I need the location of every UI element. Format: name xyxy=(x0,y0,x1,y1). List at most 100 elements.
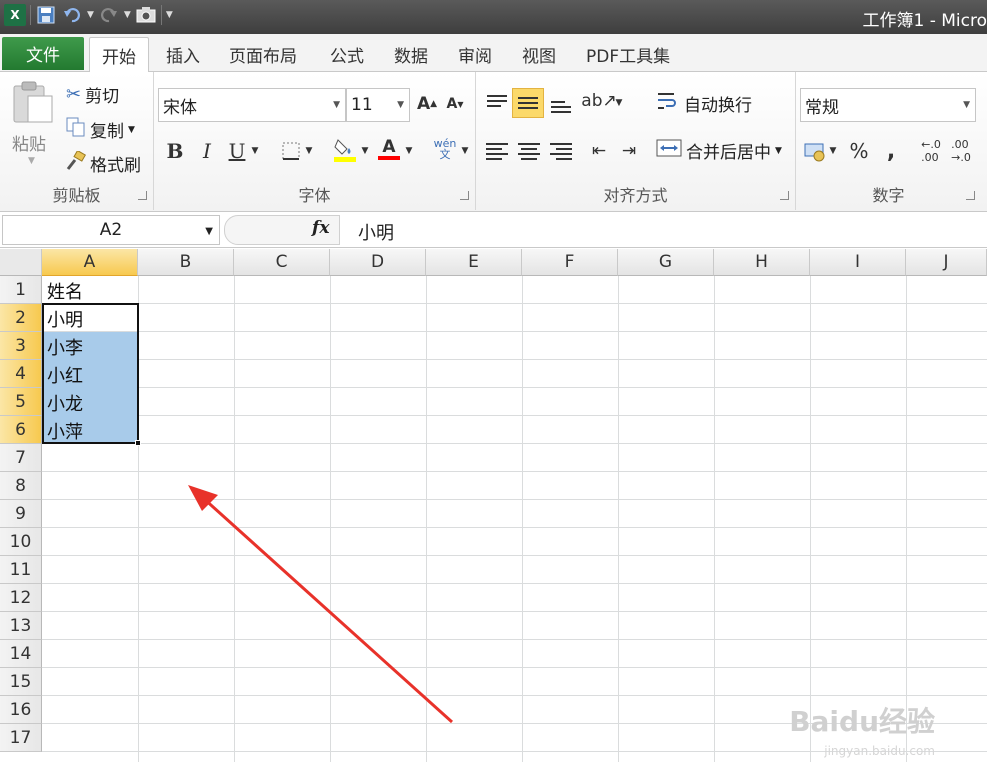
tab-view[interactable]: 视图 xyxy=(522,42,556,67)
row-header[interactable]: 1 xyxy=(0,276,42,304)
align-center-icon[interactable] xyxy=(516,138,542,164)
row-header[interactable]: 10 xyxy=(0,528,42,556)
decrease-indent-icon[interactable]: ⇤ xyxy=(586,138,612,164)
increase-indent-icon[interactable]: ⇥ xyxy=(616,138,642,164)
bold-button[interactable]: B xyxy=(162,138,188,164)
insert-function-icon[interactable]: fx xyxy=(312,218,329,238)
camera-icon[interactable] xyxy=(135,4,157,26)
row-header[interactable]: 3 xyxy=(0,332,42,360)
row-header[interactable]: 4 xyxy=(0,360,42,388)
row-header[interactable]: 11 xyxy=(0,556,42,584)
accounting-dropdown-icon[interactable]: ▼ xyxy=(826,138,840,164)
cell-a5[interactable]: 小龙 xyxy=(47,389,83,417)
orientation-icon[interactable]: ab↗ xyxy=(581,88,616,114)
align-top-icon[interactable] xyxy=(484,88,510,114)
merge-center-button[interactable]: 合并后居中 ▼ xyxy=(656,138,782,163)
worksheet-grid[interactable]: A B C D E F G H I J 1 2 3 4 5 6 7 8 9 10… xyxy=(0,249,987,762)
accounting-format-icon[interactable] xyxy=(802,138,828,164)
excel-logo-icon[interactable]: X xyxy=(4,4,26,26)
row-header[interactable]: 7 xyxy=(0,444,42,472)
row-header[interactable]: 13 xyxy=(0,612,42,640)
customize-qat-icon[interactable]: ▼ xyxy=(166,10,173,20)
shrink-font-icon[interactable]: A ▼ xyxy=(442,91,468,117)
decrease-decimal-icon[interactable]: .00 →.0 xyxy=(948,138,974,164)
fill-handle[interactable] xyxy=(135,440,141,446)
row-header[interactable]: 9 xyxy=(0,500,42,528)
alignment-launcher-icon[interactable] xyxy=(780,191,789,200)
column-header-j[interactable]: J xyxy=(906,249,987,276)
row-header[interactable]: 14 xyxy=(0,640,42,668)
tab-home[interactable]: 开始 xyxy=(89,37,149,73)
formula-input[interactable]: 小明 xyxy=(358,219,394,245)
align-right-icon[interactable] xyxy=(548,138,574,164)
column-header-g[interactable]: G xyxy=(618,249,714,276)
paste-dropdown-icon[interactable]: ▼ xyxy=(28,156,35,166)
row-header[interactable]: 17 xyxy=(0,724,42,752)
grow-font-icon[interactable]: A ▲ xyxy=(414,91,440,117)
copy-button[interactable]: 复制 ▼ xyxy=(66,117,135,142)
merge-dropdown-icon[interactable]: ▼ xyxy=(775,146,782,156)
column-header-i[interactable]: I xyxy=(810,249,906,276)
align-left-icon[interactable] xyxy=(484,138,510,164)
row-header[interactable]: 6 xyxy=(0,416,42,444)
font-color-dropdown-icon[interactable]: ▼ xyxy=(402,138,416,164)
border-icon[interactable] xyxy=(278,138,304,164)
save-icon[interactable] xyxy=(35,4,57,26)
font-color-icon[interactable]: A xyxy=(376,136,402,162)
align-bottom-icon[interactable] xyxy=(548,94,574,120)
chevron-down-icon[interactable]: ▼ xyxy=(205,226,213,237)
fill-color-dropdown-icon[interactable]: ▼ xyxy=(358,138,372,164)
undo-dropdown-icon[interactable]: ▼ xyxy=(87,10,94,20)
name-box[interactable]: A2 ▼ xyxy=(2,215,220,245)
border-dropdown-icon[interactable]: ▼ xyxy=(302,138,316,164)
redo-icon[interactable] xyxy=(98,4,120,26)
font-launcher-icon[interactable] xyxy=(460,191,469,200)
number-launcher-icon[interactable] xyxy=(966,191,975,200)
column-header-b[interactable]: B xyxy=(138,249,234,276)
tab-review[interactable]: 审阅 xyxy=(458,42,492,67)
italic-button[interactable]: I xyxy=(194,138,220,164)
row-header[interactable]: 15 xyxy=(0,668,42,696)
column-header-d[interactable]: D xyxy=(330,249,426,276)
underline-button[interactable]: U xyxy=(224,138,250,164)
row-header[interactable]: 8 xyxy=(0,472,42,500)
cell-a3[interactable]: 小李 xyxy=(47,333,83,361)
comma-style-button[interactable]: , xyxy=(878,138,904,164)
row-header[interactable]: 12 xyxy=(0,584,42,612)
tab-insert[interactable]: 插入 xyxy=(166,42,200,67)
phonetic-guide-icon[interactable]: wén 文 xyxy=(430,136,460,162)
column-header-f[interactable]: F xyxy=(522,249,618,276)
copy-dropdown-icon[interactable]: ▼ xyxy=(128,125,135,135)
cell-a1[interactable]: 姓名 xyxy=(47,277,83,305)
number-format-select[interactable]: 常规 ▼ xyxy=(800,88,976,122)
phonetic-dropdown-icon[interactable]: ▼ xyxy=(458,138,472,164)
format-painter-button[interactable]: 格式刷 xyxy=(66,149,141,176)
tab-pdf-tools[interactable]: PDF工具集 xyxy=(586,42,670,67)
paste-button[interactable]: 粘贴 xyxy=(12,130,46,155)
underline-dropdown-icon[interactable]: ▼ xyxy=(248,138,262,164)
wrap-text-button[interactable]: 自动换行 xyxy=(656,90,752,117)
column-header-e[interactable]: E xyxy=(426,249,522,276)
increase-decimal-icon[interactable]: ←.0.00 xyxy=(918,138,944,164)
paste-icon[interactable] xyxy=(12,80,54,124)
tab-data[interactable]: 数据 xyxy=(394,42,428,67)
tab-file[interactable]: 文件 xyxy=(2,37,84,70)
redo-dropdown-icon[interactable]: ▼ xyxy=(124,10,131,20)
cell-a6[interactable]: 小萍 xyxy=(47,417,83,445)
tab-page-layout[interactable]: 页面布局 xyxy=(229,42,297,67)
align-middle-icon[interactable] xyxy=(512,88,544,118)
column-header-h[interactable]: H xyxy=(714,249,810,276)
font-name-select[interactable]: 宋体 ▼ xyxy=(158,88,346,122)
percent-style-button[interactable]: % xyxy=(846,138,872,164)
tab-formulas[interactable]: 公式 xyxy=(330,42,364,67)
font-size-select[interactable]: 11 ▼ xyxy=(346,88,410,122)
row-header[interactable]: 2 xyxy=(0,304,42,332)
row-header[interactable]: 16 xyxy=(0,696,42,724)
undo-icon[interactable] xyxy=(61,4,83,26)
fill-color-icon[interactable] xyxy=(332,136,358,162)
cell-a4[interactable]: 小红 xyxy=(47,361,83,389)
cell-a2[interactable]: 小明 xyxy=(47,305,83,333)
row-header[interactable]: 5 xyxy=(0,388,42,416)
select-all-corner[interactable] xyxy=(0,249,42,276)
cut-button[interactable]: ✂ 剪切 xyxy=(66,82,119,107)
